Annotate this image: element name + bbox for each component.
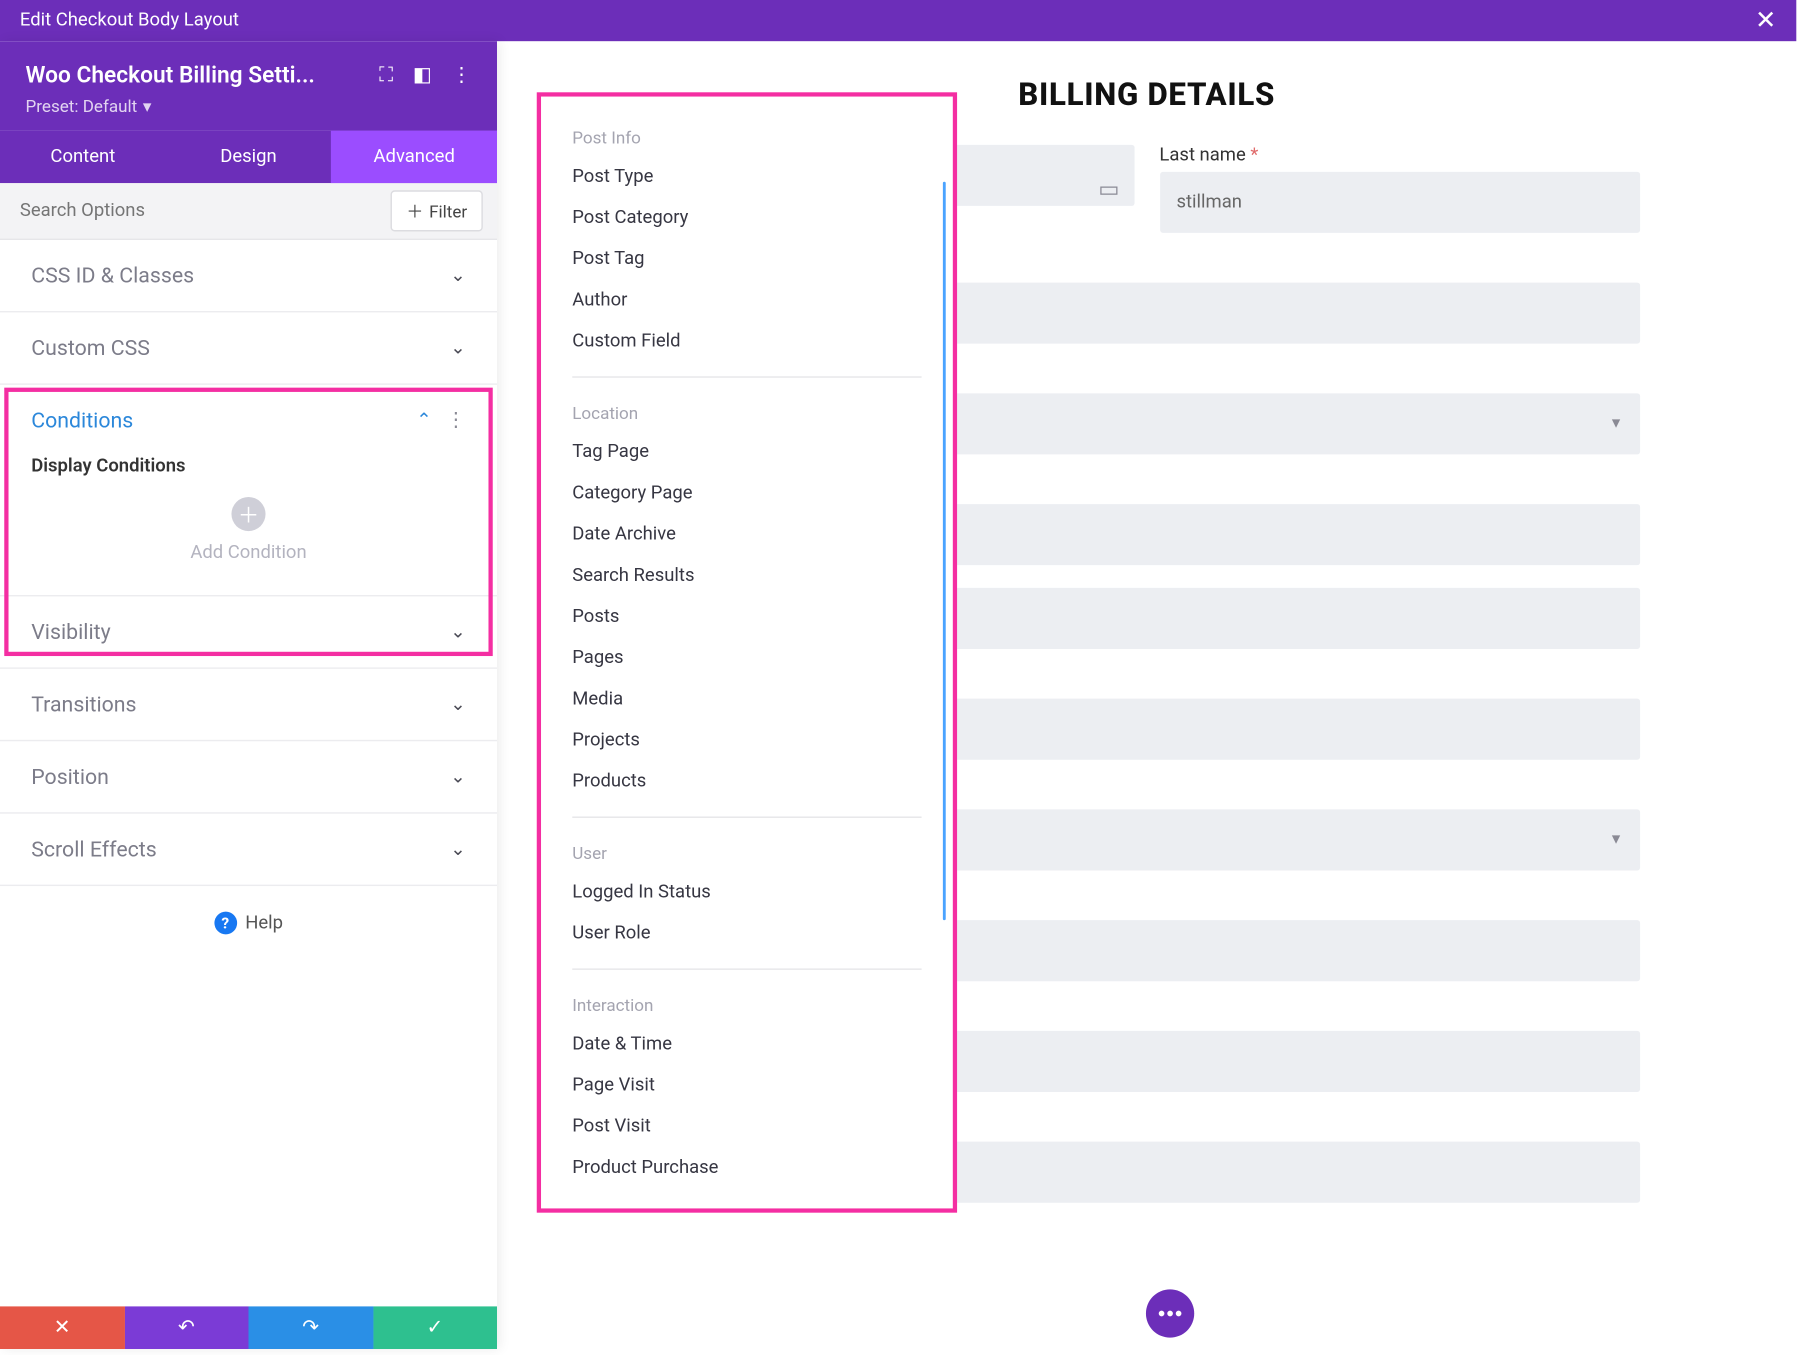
panel-header: Woo Checkout Billing Setti... ⛶ ◧ ⋮ Pres…: [0, 41, 497, 130]
plus-icon: ＋: [406, 199, 423, 223]
dropdown-item[interactable]: Page Visit: [541, 1065, 953, 1106]
section-conditions[interactable]: Conditions ⌃ ⋮: [0, 385, 497, 456]
last-name-field[interactable]: [1159, 172, 1640, 233]
dropdown-item[interactable]: Post Category: [541, 197, 953, 238]
settings-panel: Woo Checkout Billing Setti... ⛶ ◧ ⋮ Pres…: [0, 41, 497, 1349]
filter-label: Filter: [429, 201, 467, 221]
dropdown-item[interactable]: Pages: [541, 638, 953, 679]
help-icon: ?: [214, 912, 237, 935]
section-custom-css[interactable]: Custom CSS⌄: [0, 312, 497, 383]
section-position[interactable]: Position⌄: [0, 741, 497, 812]
dropdown-group-label: Interaction: [541, 984, 953, 1024]
panel-footer: ✕ ↶ ↷ ✓: [0, 1306, 497, 1349]
dropdown-item[interactable]: Post Tag: [541, 239, 953, 280]
kebab-icon[interactable]: ⋮: [452, 63, 472, 86]
dropdown-item[interactable]: Search Results: [541, 555, 953, 596]
tab-content[interactable]: Content: [0, 131, 166, 184]
condition-dropdown: Post InfoPost TypePost CategoryPost TagA…: [537, 92, 957, 1212]
kebab-icon[interactable]: ⋮: [446, 409, 466, 432]
dropdown-item[interactable]: Media: [541, 679, 953, 720]
expand-icon[interactable]: ⛶: [379, 63, 393, 86]
save-button[interactable]: ✓: [373, 1306, 497, 1349]
scrollbar[interactable]: [943, 182, 946, 920]
preset-selector[interactable]: Preset: Default ▾: [26, 97, 472, 117]
close-icon[interactable]: ✕: [1755, 8, 1776, 34]
dropdown-item[interactable]: Post Visit: [541, 1106, 953, 1147]
add-condition-label: Add Condition: [190, 542, 306, 563]
divider: [572, 817, 921, 818]
cancel-button[interactable]: ✕: [0, 1306, 124, 1349]
dock-icon[interactable]: ◧: [413, 63, 432, 86]
section-css-id[interactable]: CSS ID & Classes⌄: [0, 240, 497, 311]
help-link[interactable]: ? Help: [0, 886, 497, 960]
divider: [572, 968, 921, 969]
panel-tabs: Content Design Advanced: [0, 131, 497, 184]
chevron-down-icon: ⌄: [450, 265, 465, 286]
tab-advanced[interactable]: Advanced: [331, 131, 497, 184]
chevron-up-icon: ⌃: [416, 410, 431, 431]
section-list: CSS ID & Classes⌄ Custom CSS⌄ Conditions…: [0, 240, 497, 1306]
module-title: Woo Checkout Billing Setti...: [26, 61, 315, 88]
dropdown-group-label: Location: [541, 392, 953, 432]
divider: [572, 376, 921, 377]
contact-card-icon: ▭: [1098, 175, 1119, 202]
conditions-body: Display Conditions ＋ Add Condition: [0, 456, 497, 595]
dropdown-item[interactable]: Custom Field: [541, 321, 953, 362]
section-scroll-effects[interactable]: Scroll Effects⌄: [0, 814, 497, 885]
last-name-label: Last name *: [1159, 145, 1640, 166]
chevron-down-icon: ▾: [143, 97, 152, 117]
chevron-down-icon: ⌄: [450, 839, 465, 860]
filter-button[interactable]: ＋ Filter: [391, 190, 483, 231]
dropdown-group-label: Post Info: [541, 116, 953, 156]
dropdown-item[interactable]: Product Purchase: [541, 1147, 953, 1188]
dropdown-item[interactable]: Products: [541, 761, 953, 802]
window-title: Edit Checkout Body Layout: [20, 10, 239, 31]
dropdown-item[interactable]: Logged In Status: [541, 872, 953, 913]
redo-button[interactable]: ↷: [249, 1306, 373, 1349]
dropdown-group-label: User: [541, 832, 953, 872]
dropdown-item[interactable]: Date & Time: [541, 1024, 953, 1065]
add-condition[interactable]: ＋ Add Condition: [31, 497, 466, 564]
undo-button[interactable]: ↶: [124, 1306, 248, 1349]
chevron-down-icon: ▼: [1609, 416, 1623, 432]
dropdown-item[interactable]: Posts: [541, 596, 953, 637]
dropdown-item[interactable]: Date Archive: [541, 514, 953, 555]
chevron-down-icon: ⌄: [450, 621, 465, 642]
window-title-bar: Edit Checkout Body Layout ✕: [0, 0, 1796, 41]
preset-label: Preset: Default: [26, 97, 138, 117]
dropdown-item[interactable]: Post Type: [541, 156, 953, 197]
chevron-down-icon: ⌄: [450, 766, 465, 787]
dropdown-item[interactable]: Category Page: [541, 473, 953, 514]
builder-fab[interactable]: [1146, 1289, 1194, 1337]
search-input[interactable]: [0, 183, 391, 238]
dropdown-item[interactable]: Tag Page: [541, 432, 953, 473]
display-conditions-label: Display Conditions: [31, 456, 466, 477]
dropdown-item[interactable]: Author: [541, 280, 953, 321]
section-visibility[interactable]: Visibility⌄: [0, 596, 497, 667]
chevron-down-icon: ⌄: [450, 694, 465, 715]
dropdown-item[interactable]: Projects: [541, 720, 953, 761]
chevron-down-icon: ▼: [1609, 832, 1623, 848]
plus-icon[interactable]: ＋: [231, 497, 265, 531]
dropdown-item[interactable]: User Role: [541, 913, 953, 954]
chevron-down-icon: ⌄: [450, 337, 465, 358]
help-label: Help: [245, 912, 283, 933]
search-row: ＋ Filter: [0, 183, 497, 240]
tab-design[interactable]: Design: [166, 131, 332, 184]
section-transitions[interactable]: Transitions⌄: [0, 669, 497, 740]
